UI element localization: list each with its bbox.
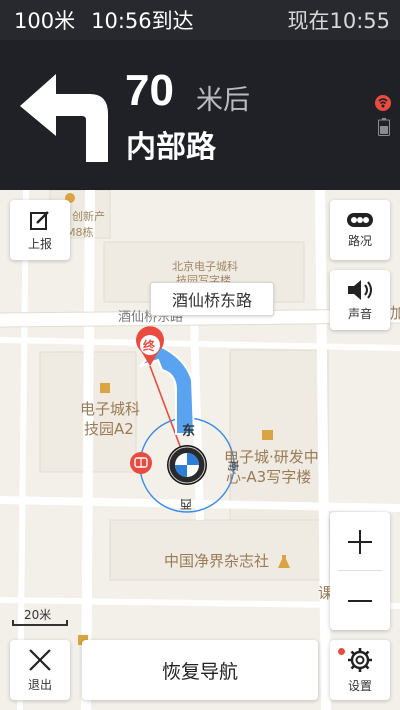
map-poi-label: 创新产: [72, 210, 105, 223]
subway-icon: [130, 452, 152, 474]
report-button[interactable]: 上报: [10, 200, 70, 260]
notification-dot: [338, 648, 345, 655]
map-poi-label: 加: [390, 304, 400, 322]
map-poi-label: 中国净界杂志社: [164, 552, 270, 570]
map-scale-bar: 20米: [12, 606, 68, 626]
destination-marker-label: 终: [143, 339, 156, 353]
map-poi-label: M8栋: [66, 226, 94, 239]
gear-icon: [348, 647, 372, 672]
remaining-distance: 100米: [14, 9, 76, 33]
next-road-name: 内部路: [126, 130, 216, 165]
turn-distance-unit: 米后: [196, 85, 250, 116]
zoom-in-button[interactable]: [330, 512, 390, 571]
gps-signal-icon: [375, 95, 391, 111]
map-view[interactable]: 创新产 M8栋 北京电子城科 技园写字楼 酒仙桥东路 电子城科 技园A2 电子城…: [0, 190, 400, 710]
map-poi-label: 技园A2: [84, 420, 134, 438]
settings-label: 设置: [347, 678, 372, 693]
traffic-label: 路况: [347, 233, 372, 248]
exit-label: 退出: [27, 677, 52, 692]
turn-distance: 70: [125, 66, 174, 115]
arrival-time: 10:56到达: [91, 9, 194, 33]
turn-instruction-panel: 70 米后 内部路: [0, 40, 400, 190]
speaker-icon: [348, 279, 372, 300]
report-label: 上报: [27, 236, 52, 251]
status-bar: 100米 10:56到达 现在10:55: [0, 0, 400, 40]
turn-left-arrow-icon: [20, 74, 108, 162]
battery-icon: [378, 118, 390, 136]
compass-east-label: 东: [182, 424, 196, 439]
resume-navigation-button[interactable]: 恢复导航: [82, 640, 318, 700]
compass-west-label: 西: [180, 497, 193, 511]
zoom-out-button[interactable]: [330, 571, 390, 630]
exit-button[interactable]: 退出: [10, 640, 70, 700]
close-icon: [29, 648, 51, 671]
plus-icon: [348, 529, 372, 554]
traffic-button[interactable]: 路况: [330, 200, 390, 260]
sound-label: 声音: [347, 306, 372, 321]
minus-icon: [348, 599, 372, 602]
traffic-light-icon: [347, 212, 373, 227]
current-road-tag: 酒仙桥东路: [150, 282, 274, 316]
zoom-control: [330, 512, 390, 630]
sound-button[interactable]: 声音: [330, 270, 390, 330]
car-position-icon: [167, 445, 207, 485]
current-time: 现在10:55: [287, 9, 390, 33]
scale-bar-line: [12, 620, 68, 626]
map-poi-label: 电子城科: [80, 400, 141, 418]
edit-icon: [30, 210, 49, 230]
compass-south-label: 南: [226, 460, 240, 472]
